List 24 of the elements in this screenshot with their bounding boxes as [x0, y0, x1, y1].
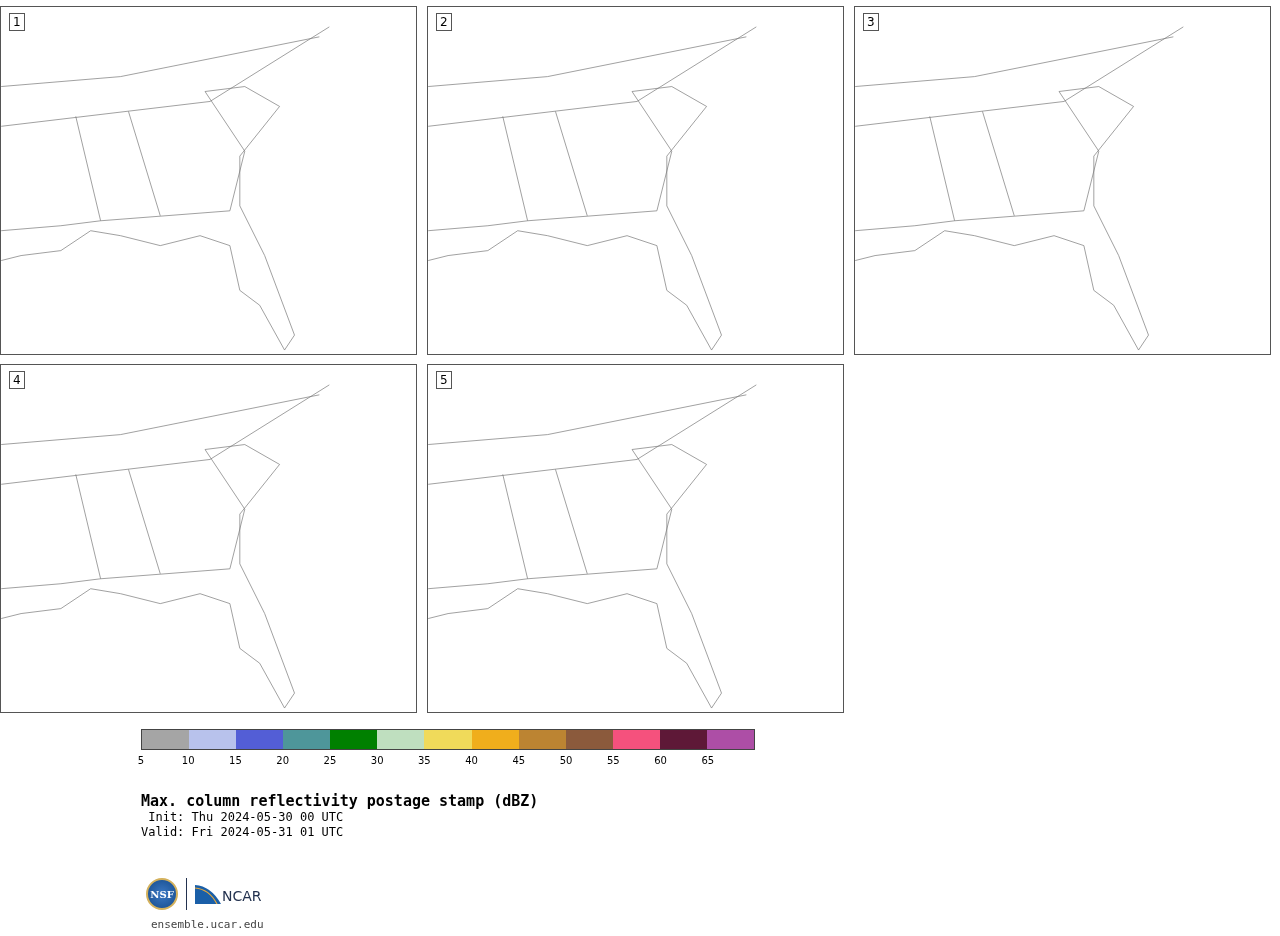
- nsf-logo: NSF: [146, 878, 178, 910]
- panel-number: 2: [436, 13, 452, 31]
- ncar-logo: NCAR: [195, 884, 262, 904]
- tick-label: 35: [418, 755, 431, 766]
- tick-label: 15: [229, 755, 242, 766]
- panel-number: 5: [436, 371, 452, 389]
- valid-time: Valid: Fri 2024-05-31 01 UTC: [141, 825, 345, 840]
- tick-label: 25: [323, 755, 337, 766]
- tick-label: 10: [181, 755, 195, 766]
- tick-label: 30: [370, 755, 384, 766]
- tick-label: 45: [512, 755, 526, 766]
- tick-label: 20: [276, 755, 290, 766]
- chart-title: Max. column reflectivity postage stamp (dBZ): [141, 792, 540, 810]
- panel-number: 4: [9, 371, 25, 389]
- tick-label: 40: [465, 755, 478, 766]
- tick-label: 60: [654, 755, 667, 766]
- init-time: Init: Thu 2024-05-30 00 UTC: [147, 810, 345, 825]
- tick-label: 5: [137, 755, 145, 766]
- tick-label: 65: [701, 755, 715, 766]
- tick-label: 55: [606, 755, 620, 766]
- tick-label: 50: [559, 755, 573, 766]
- panel-number: 3: [863, 13, 879, 31]
- website-url: ensemble.ucar.edu: [151, 918, 265, 931]
- panel-number: 1: [9, 13, 25, 31]
